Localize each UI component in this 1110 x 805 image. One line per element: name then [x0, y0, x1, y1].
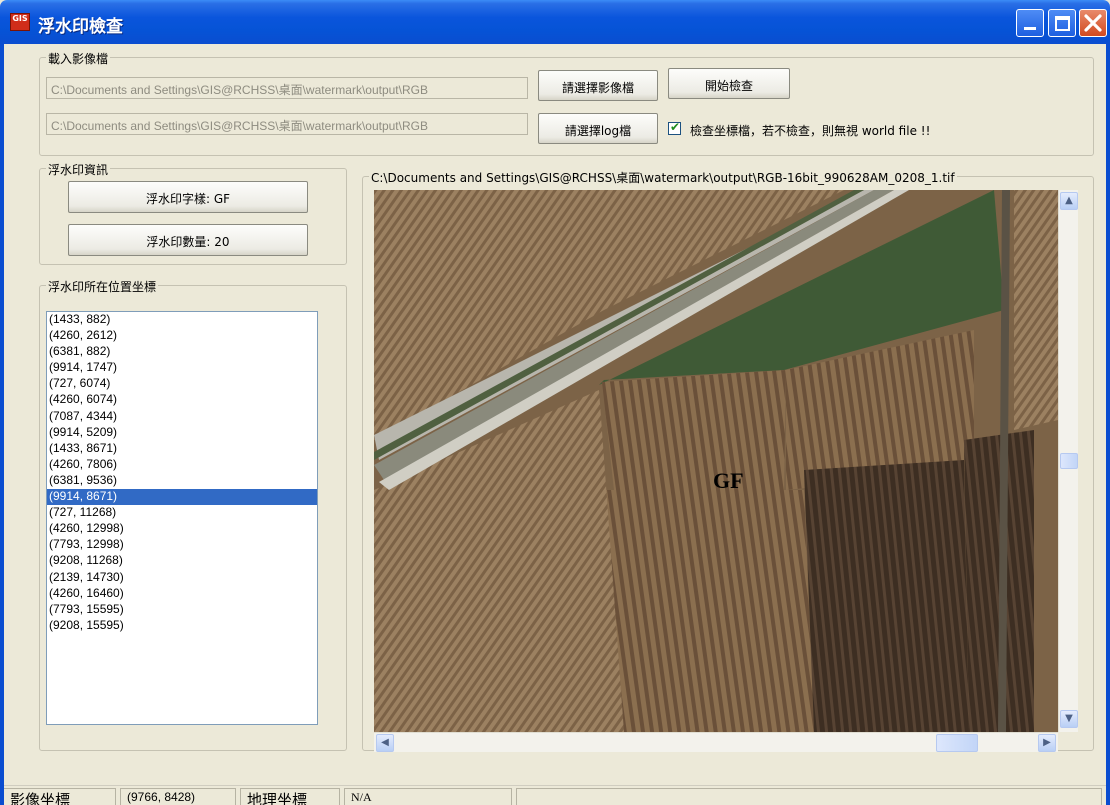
watermark-text: GF: [713, 468, 744, 493]
maximize-icon: [1055, 16, 1070, 31]
select-image-label: 請選擇影像檔: [561, 81, 634, 95]
list-item[interactable]: (4260, 6074): [47, 392, 317, 408]
list-item[interactable]: (1433, 882): [47, 312, 317, 328]
title-bar[interactable]: GIS 浮水印檢查: [0, 0, 1110, 44]
list-item[interactable]: (727, 11268): [47, 505, 317, 521]
scroll-up-button[interactable]: ▲: [1060, 192, 1078, 210]
select-image-button[interactable]: 請選擇影像檔: [538, 70, 658, 101]
app-icon: GIS: [10, 13, 30, 31]
scroll-left-button[interactable]: ◀: [376, 734, 394, 752]
maximize-button[interactable]: [1048, 9, 1076, 37]
list-item[interactable]: (4260, 7806): [47, 457, 317, 473]
viewer-file-path: C:\Documents and Settings\GIS@RCHSS\桌面\w…: [369, 169, 957, 186]
close-button[interactable]: [1079, 9, 1107, 37]
image-coord-label: 影像坐標: [4, 788, 116, 805]
select-log-button[interactable]: 請選擇log檔: [538, 113, 658, 144]
list-item[interactable]: (4260, 16460): [47, 586, 317, 602]
image-path-field[interactable]: C:\Documents and Settings\GIS@RCHSS\桌面\w…: [46, 77, 528, 99]
list-item[interactable]: (6381, 9536): [47, 473, 317, 489]
status-empty-cell: [516, 788, 1102, 805]
list-item[interactable]: (6381, 882): [47, 344, 317, 360]
list-item[interactable]: (9914, 5209): [47, 425, 317, 441]
app-icon-text: GIS: [12, 14, 28, 23]
horizontal-scrollbar[interactable]: ◀ ▶: [374, 732, 1058, 752]
window-title: 浮水印檢查: [38, 17, 123, 37]
watermark-text-button[interactable]: 浮水印字樣: GF: [68, 181, 308, 213]
geo-coord-label: 地理坐標: [240, 788, 340, 805]
minimize-icon: [1024, 27, 1036, 30]
log-path-field[interactable]: C:\Documents and Settings\GIS@RCHSS\桌面\w…: [46, 113, 528, 135]
list-item[interactable]: (7087, 4344): [47, 409, 317, 425]
start-check-label: 開始檢查: [704, 79, 753, 93]
chevron-right-icon: ▶: [1043, 737, 1051, 748]
list-item[interactable]: (4260, 12998): [47, 521, 317, 537]
scroll-down-button[interactable]: ▼: [1060, 710, 1078, 728]
check-coord-label: 檢查坐標檔，若不檢查，則無視 world file !!: [690, 124, 931, 138]
status-bar: 影像坐標 (9766, 8428) 地理坐標 N/A: [4, 785, 1106, 805]
list-item[interactable]: (7793, 12998): [47, 537, 317, 553]
image-viewer[interactable]: GF: [374, 190, 1058, 732]
watermark-count-button[interactable]: 浮水印數量: 20: [68, 224, 308, 256]
list-item[interactable]: (2139, 14730): [47, 570, 317, 586]
list-item[interactable]: (9914, 1747): [47, 360, 317, 376]
watermark-text-label: 浮水印字樣: GF: [145, 192, 231, 206]
image-coord-value: (9766, 8428): [120, 788, 236, 805]
load-image-group-title: 載入影像檔: [46, 50, 111, 67]
watermark-positions-list[interactable]: (1433, 882) (4260, 2612) (6381, 882) (9914,…: [46, 311, 318, 725]
list-item[interactable]: (9208, 11268): [47, 553, 317, 569]
geo-coord-value: N/A: [344, 788, 512, 805]
chevron-up-icon: ▲: [1065, 195, 1073, 206]
close-icon: [1084, 14, 1102, 32]
list-item[interactable]: (9208, 15595): [47, 618, 317, 634]
chevron-left-icon: ◀: [381, 737, 389, 748]
chevron-down-icon: ▼: [1065, 713, 1073, 724]
horizontal-scroll-thumb[interactable]: [936, 734, 978, 752]
list-item[interactable]: (4260, 2612): [47, 328, 317, 344]
start-check-button[interactable]: 開始檢查: [668, 68, 790, 99]
check-coord-checkbox[interactable]: [668, 120, 681, 135]
list-item[interactable]: (727, 6074): [47, 376, 317, 392]
aerial-image: [374, 190, 1058, 732]
select-log-label: 請選擇log檔: [564, 124, 632, 138]
vertical-scrollbar[interactable]: ▲ ▼: [1058, 190, 1078, 732]
list-item[interactable]: (9914, 8671): [47, 489, 317, 506]
watermark-positions-title: 浮水印所在位置坐標: [46, 278, 159, 295]
scroll-right-button[interactable]: ▶: [1038, 734, 1056, 752]
list-item[interactable]: (7793, 15595): [47, 602, 317, 618]
minimize-button[interactable]: [1016, 9, 1044, 37]
list-item[interactable]: (1433, 8671): [47, 441, 317, 457]
vertical-scroll-thumb[interactable]: [1060, 453, 1078, 469]
watermark-count-label: 浮水印數量: 20: [146, 235, 230, 249]
watermark-info-title: 浮水印資訊: [46, 161, 111, 178]
